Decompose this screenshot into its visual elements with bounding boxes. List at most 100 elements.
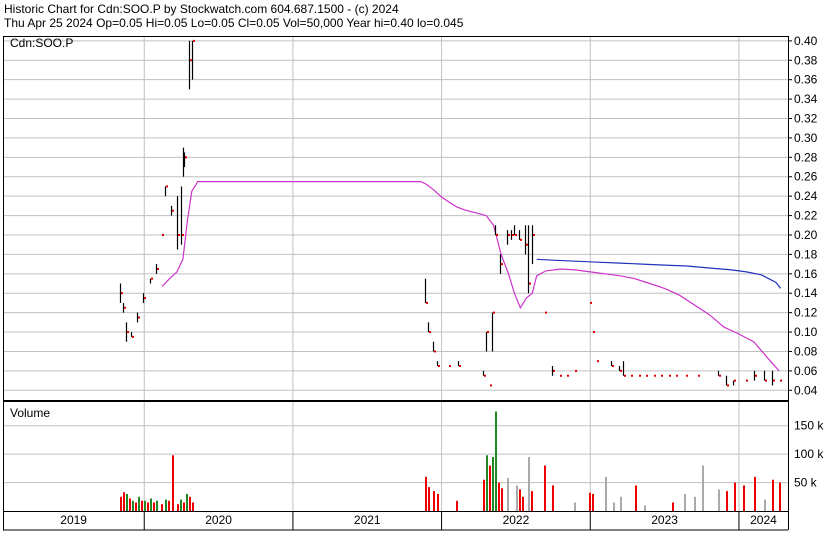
price-tick-label: 0.38: [794, 53, 818, 67]
volume-bar: [544, 465, 546, 511]
volume-bar: [153, 502, 155, 511]
chart-canvas: Historic Chart for Cdn:SOO.P by Stockwat…: [0, 0, 830, 543]
price-close-dot: [780, 379, 782, 382]
price-tick-label: 0.16: [794, 267, 818, 281]
price-close-dot: [533, 233, 535, 236]
price-close-dot: [157, 267, 159, 270]
price-tick-label: 0.10: [794, 325, 818, 339]
price-close-dot: [487, 331, 489, 334]
volume-bar: [437, 493, 439, 511]
price-close-dot: [515, 233, 517, 236]
price-close-dot: [484, 374, 486, 377]
volume-bar: [718, 489, 720, 511]
price-close-dot: [496, 233, 498, 236]
price-close-dot: [612, 365, 614, 368]
volume-bar: [516, 485, 518, 511]
price-close-dot: [669, 374, 671, 377]
price-close-dot: [698, 374, 700, 377]
volume-bar: [754, 476, 756, 511]
volume-bar: [161, 504, 163, 511]
volume-bar: [180, 499, 182, 511]
volume-bar: [613, 502, 615, 511]
volume-bar: [428, 487, 430, 511]
year-label: 2019: [60, 513, 87, 527]
volume-bar: [135, 502, 137, 511]
price-close-dot: [162, 233, 164, 236]
price-close-dot: [646, 374, 648, 377]
price-close-dot: [490, 384, 492, 387]
volume-bar: [156, 500, 158, 511]
price-close-dot: [127, 331, 129, 334]
volume-bar: [189, 496, 191, 511]
year-label: 2022: [503, 513, 530, 527]
volume-bar: [635, 485, 637, 511]
price-close-dot: [773, 379, 775, 382]
volume-bar: [168, 500, 170, 511]
price-close-dot: [755, 374, 757, 377]
year-label: 2021: [354, 513, 381, 527]
price-close-dot: [620, 369, 622, 372]
price-close-dot: [686, 374, 688, 377]
price-tick-label: 0.06: [794, 364, 818, 378]
volume-bar: [144, 500, 146, 511]
price-close-dot: [520, 238, 522, 241]
price-close-dot: [639, 374, 641, 377]
volume-bar: [132, 500, 134, 511]
volume-bar: [192, 502, 194, 511]
header-line-2: Thu Apr 25 2024 Op=0.05 Hi=0.05 Lo=0.05 …: [4, 16, 464, 30]
volume-bar: [172, 455, 174, 511]
volume-bar: [138, 496, 140, 511]
volume-bar: [123, 492, 125, 511]
price-close-dot: [746, 379, 748, 382]
volume-bar: [522, 496, 524, 511]
volume-bar: [528, 457, 530, 511]
volume-tick-label: 150 k: [794, 419, 824, 433]
volume-tick-label: 50 k: [794, 476, 818, 490]
price-close-dot: [185, 156, 187, 159]
price-close-dot: [493, 311, 495, 314]
price-tick-label: 0.40: [794, 34, 818, 48]
price-tick-label: 0.04: [794, 383, 818, 397]
price-tick-label: 0.24: [794, 189, 818, 203]
price-close-dot: [654, 374, 656, 377]
price-close-dot: [512, 233, 514, 236]
price-close-dot: [501, 263, 503, 266]
price-close-dot: [590, 301, 592, 304]
volume-bar: [743, 485, 745, 511]
volume-bar: [177, 504, 179, 511]
price-close-dot: [631, 374, 633, 377]
volume-bar: [456, 500, 458, 511]
price-close-dot: [193, 39, 195, 42]
price-tick-label: 0.14: [794, 286, 818, 300]
price-close-dot: [190, 59, 192, 62]
price-close-dot: [132, 335, 134, 338]
volume-bar: [433, 491, 435, 511]
price-close-dot: [166, 185, 168, 188]
price-tick-label: 0.34: [794, 92, 818, 106]
price-close-dot: [553, 369, 555, 372]
price-close-dot: [734, 379, 736, 382]
volume-panel-title: Volume: [10, 406, 50, 420]
header-line-1: Historic Chart for Cdn:SOO.P by Stockwat…: [4, 2, 399, 16]
volume-bar: [531, 491, 533, 511]
price-close-dot: [719, 374, 721, 377]
price-close-dot: [124, 306, 126, 309]
volume-bar: [574, 502, 576, 511]
stock-chart: Historic Chart for Cdn:SOO.P by Stockwat…: [0, 0, 830, 543]
volume-bar: [126, 493, 128, 511]
price-tick-label: 0.26: [794, 170, 818, 184]
price-close-dot: [459, 365, 461, 368]
volume-bar: [483, 479, 485, 511]
price-close-dot: [429, 331, 431, 334]
volume-bar: [702, 465, 704, 511]
volume-bar: [672, 502, 674, 511]
price-close-dot: [121, 292, 123, 295]
volume-tick-label: 100 k: [794, 447, 824, 461]
volume-bar: [552, 485, 554, 511]
year-label: 2023: [651, 513, 678, 527]
volume-bar: [141, 500, 143, 511]
price-close-dot: [434, 350, 436, 353]
volume-bar: [495, 411, 497, 511]
volume-bar: [489, 465, 491, 511]
price-close-dot: [426, 301, 428, 304]
